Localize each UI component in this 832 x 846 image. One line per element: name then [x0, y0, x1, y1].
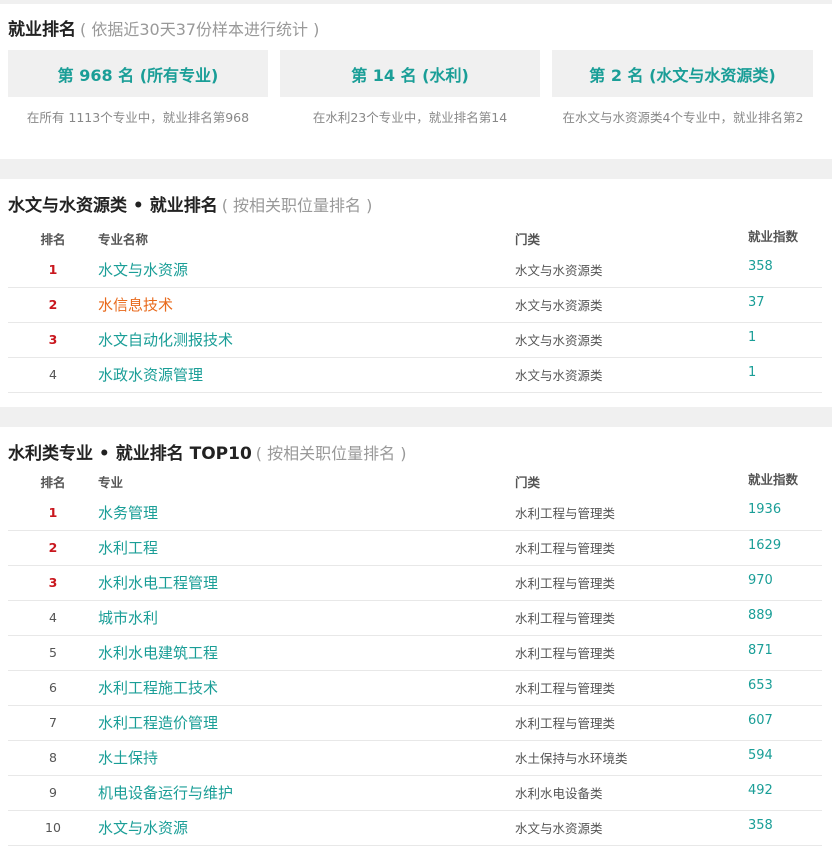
rank-cell: 1	[8, 252, 98, 288]
index-value: 1629	[748, 530, 822, 566]
col-header-rank: 排名	[40, 232, 66, 247]
table-row: 5 水利水电建筑工程 水利工程与管理类 871	[8, 635, 822, 671]
major-link[interactable]: 水文与水资源	[98, 252, 515, 288]
rank-cell: 2	[8, 287, 98, 323]
category-cell: 水土保持与水环境类	[515, 740, 748, 776]
major-link[interactable]: 水务管理	[98, 495, 515, 531]
category-cell: 水文与水资源类	[515, 252, 748, 288]
section-divider	[0, 159, 832, 179]
col-header-name: 专业名称	[98, 232, 149, 247]
major-link[interactable]: 水信息技术	[98, 287, 515, 323]
category-cell: 水利工程与管理类	[515, 705, 748, 741]
category-cell: 水利工程与管理类	[515, 635, 748, 671]
category-cell: 水利工程与管理类	[515, 600, 748, 636]
rank-cell: 7	[8, 705, 98, 741]
rank-card-category: 第 2 名 (水文与水资源类)	[552, 50, 813, 97]
table-row: 3 水利水电工程管理 水利工程与管理类 970	[8, 565, 822, 601]
summary-subtitle: ( 依据近30天37份样本进行统计 )	[80, 20, 320, 39]
table-row: 2 水信息技术 水文与水资源类 37	[8, 287, 822, 323]
summary-heading: 就业排名( 依据近30天37份样本进行统计 )	[8, 20, 320, 40]
top-divider	[0, 0, 832, 4]
table-row: 1 水务管理 水利工程与管理类 1936	[8, 495, 822, 531]
rank-cell: 6	[8, 670, 98, 706]
rank-cell: 4	[8, 600, 98, 636]
category-cell: 水文与水资源类	[515, 287, 748, 323]
major-link[interactable]: 水土保持	[98, 740, 515, 776]
rank-cell: 8	[8, 740, 98, 776]
rank-cell: 4	[8, 357, 98, 393]
category-ranking-subtitle: ( 按相关职位量排名 )	[221, 196, 373, 215]
table-row: 8 水土保持 水土保持与水环境类 594	[8, 740, 822, 776]
top10-ranking-table: 排名 专业 门类 就业指数 1 水务管理 水利工程与管理类 1936 2 水利工…	[8, 467, 822, 846]
rank-caption-category: 在水文与水资源类4个专业中，就业排名第2	[562, 110, 804, 125]
index-value: 594	[748, 740, 822, 776]
category-cell: 水利工程与管理类	[515, 670, 748, 706]
col-header-category: 门类	[515, 232, 541, 247]
category-cell: 水利工程与管理类	[515, 565, 748, 601]
rank-cell: 10	[8, 810, 98, 846]
category-ranking-table: 排名 专业名称 门类 就业指数 1 水文与水资源 水文与水资源类 358 2 水…	[8, 224, 822, 393]
table-row: 1 水文与水资源 水文与水资源类 358	[8, 252, 822, 288]
index-value: 358	[748, 810, 822, 846]
table-row: 4 城市水利 水利工程与管理类 889	[8, 600, 822, 636]
index-value: 653	[748, 670, 822, 706]
major-link[interactable]: 水利水电建筑工程	[98, 635, 515, 671]
major-link[interactable]: 水文自动化测报技术	[98, 322, 515, 358]
major-link[interactable]: 水利水电工程管理	[98, 565, 515, 601]
col-header-index: 就业指数	[748, 229, 799, 244]
index-value: 492	[748, 775, 822, 811]
major-link[interactable]: 水文与水资源	[98, 810, 515, 846]
table-header-row: 排名 专业 门类 就业指数	[8, 467, 822, 495]
index-value: 607	[748, 705, 822, 741]
index-value: 37	[748, 287, 822, 323]
category-cell: 水文与水资源类	[515, 810, 748, 846]
category-cell: 水利工程与管理类	[515, 495, 748, 531]
rank-cell: 2	[8, 530, 98, 566]
major-link[interactable]: 机电设备运行与维护	[98, 775, 515, 811]
table-header-row: 排名 专业名称 门类 就业指数	[8, 224, 822, 252]
rank-cell: 9	[8, 775, 98, 811]
rank-cell: 5	[8, 635, 98, 671]
table-row: 7 水利工程造价管理 水利工程与管理类 607	[8, 705, 822, 741]
index-value: 889	[748, 600, 822, 636]
table-row: 10 水文与水资源 水文与水资源类 358	[8, 810, 822, 846]
category-cell: 水利水电设备类	[515, 775, 748, 811]
major-link[interactable]: 水利工程造价管理	[98, 705, 515, 741]
major-link[interactable]: 水利工程	[98, 530, 515, 566]
index-value: 358	[748, 252, 822, 288]
major-link[interactable]: 城市水利	[98, 600, 515, 636]
rank-cell: 3	[8, 565, 98, 601]
rank-caption-water: 在水利23个专业中，就业排名第14	[312, 110, 508, 125]
col-header-rank: 排名	[40, 475, 66, 490]
rank-card-all: 第 968 名 (所有专业)	[8, 50, 268, 97]
index-value: 871	[748, 635, 822, 671]
category-cell: 水文与水资源类	[515, 322, 748, 358]
rank-cell: 1	[8, 495, 98, 531]
col-header-name: 专业	[98, 475, 124, 490]
col-header-index: 就业指数	[748, 472, 799, 487]
index-value: 1936	[748, 495, 822, 531]
rank-card-water: 第 14 名 (水利)	[280, 50, 540, 97]
table-row: 4 水政水资源管理 水文与水资源类 1	[8, 357, 822, 393]
top10-ranking-subtitle: ( 按相关职位量排名 )	[255, 444, 407, 463]
rank-caption-all: 在所有 1113个专业中，就业排名第968	[26, 110, 250, 125]
rank-cell: 3	[8, 322, 98, 358]
table-row: 3 水文自动化测报技术 水文与水资源类 1	[8, 322, 822, 358]
index-value: 970	[748, 565, 822, 601]
table-row: 2 水利工程 水利工程与管理类 1629	[8, 530, 822, 566]
category-cell: 水文与水资源类	[515, 357, 748, 393]
index-value: 1	[748, 322, 822, 358]
category-ranking-heading: 水文与水资源类 • 就业排名( 按相关职位量排名 )	[8, 196, 373, 216]
major-link[interactable]: 水利工程施工技术	[98, 670, 515, 706]
index-value: 1	[748, 357, 822, 393]
section-divider	[0, 407, 832, 427]
col-header-category: 门类	[515, 475, 541, 490]
table-row: 6 水利工程施工技术 水利工程与管理类 653	[8, 670, 822, 706]
table-row: 9 机电设备运行与维护 水利水电设备类 492	[8, 775, 822, 811]
top10-ranking-heading: 水利类专业 • 就业排名 TOP10( 按相关职位量排名 )	[8, 444, 407, 464]
major-link[interactable]: 水政水资源管理	[98, 357, 515, 393]
category-cell: 水利工程与管理类	[515, 530, 748, 566]
